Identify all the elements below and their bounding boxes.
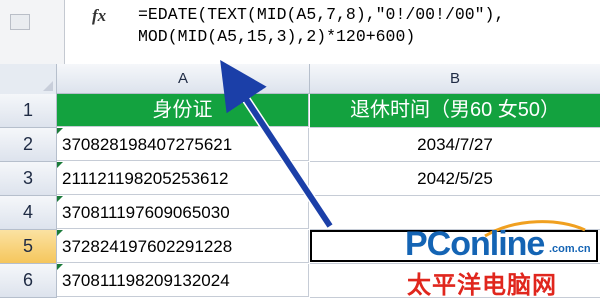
watermark-brand: PConline xyxy=(405,225,545,263)
watermark-logo: PConline .com.cn 太平洋电脑网 xyxy=(405,225,595,299)
watermark-domain: .com.cn xyxy=(549,243,591,255)
watermark-chinese: 太平洋电脑网 xyxy=(407,272,557,299)
